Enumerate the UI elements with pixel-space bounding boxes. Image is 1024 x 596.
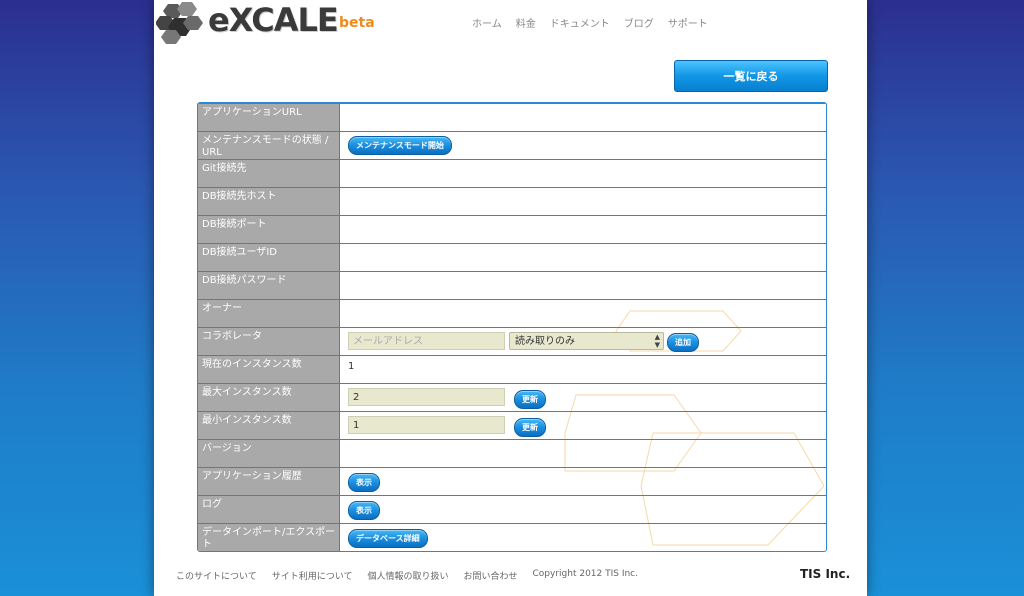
update-max-instances-button[interactable]: 更新	[514, 390, 546, 409]
copyright-text: Copyright 2012 TIS Inc.	[532, 569, 639, 579]
row-label: データインポート/エクスポート	[198, 524, 340, 551]
row-label: コラボレータ	[198, 328, 340, 355]
start-maintenance-button[interactable]: メンテナンスモード開始	[348, 136, 452, 155]
max-instances-input[interactable]: 2	[348, 388, 505, 406]
nav-pricing[interactable]: 料金	[516, 15, 536, 30]
nav-home[interactable]: ホーム	[472, 15, 502, 30]
row-label: 最小インスタンス数	[198, 412, 340, 439]
row-label: DB接続先ホスト	[198, 188, 340, 215]
row-label: バージョン	[198, 440, 340, 467]
row-label: DB接続ポート	[198, 216, 340, 243]
row-version: バージョン	[198, 439, 826, 467]
row-label: 現在のインスタンス数	[198, 356, 340, 383]
row-label: DB接続ユーザID	[198, 244, 340, 271]
row-import-export: データインポート/エクスポート データベース詳細	[198, 523, 826, 551]
row-log: ログ 表示	[198, 495, 826, 523]
footer-about-link[interactable]: このサイトについて	[176, 569, 257, 582]
row-db-user: DB接続ユーザID	[198, 243, 826, 271]
footer-terms-link[interactable]: サイト利用について	[272, 569, 353, 582]
footer-privacy-link[interactable]: 個人情報の取り扱い	[367, 569, 448, 582]
hexagon-logo-icon	[156, 2, 203, 44]
row-max-instances: 最大インスタンス数 2 更新	[198, 383, 826, 411]
excale-logo[interactable]: eXCALE beta	[156, 0, 386, 44]
update-min-instances-button[interactable]: 更新	[514, 418, 546, 437]
select-up-arrow-icon: ▲	[654, 333, 660, 341]
row-collaborator: コラボレータ メールアドレス 読み取りのみ ▲ ▼ 追加	[198, 327, 826, 355]
top-nav: ホーム 料金 ドキュメント ブログ サポート	[472, 15, 722, 30]
row-label: Git接続先	[198, 160, 340, 187]
tis-company-logo: TIS Inc.	[800, 567, 851, 581]
show-history-button[interactable]: 表示	[348, 473, 380, 492]
footer-links: このサイトについて サイト利用について 個人情報の取り扱い お問い合わせ Cop…	[176, 569, 653, 582]
row-label: オーナー	[198, 300, 340, 327]
row-label: アプリケーションURL	[198, 104, 340, 131]
footer-contact-link[interactable]: お問い合わせ	[463, 569, 517, 582]
min-instances-input[interactable]: 1	[348, 416, 505, 434]
row-label: メンテナンスモードの状態 / URL	[198, 132, 340, 159]
row-min-instances: 最小インスタンス数 1 更新	[198, 411, 826, 439]
row-label: ログ	[198, 496, 340, 523]
add-collaborator-button[interactable]: 追加	[667, 333, 699, 352]
nav-blog[interactable]: ブログ	[624, 15, 654, 30]
row-label: アプリケーション履歴	[198, 468, 340, 495]
row-current-instances: 現在のインスタンス数 1	[198, 355, 826, 383]
row-db-password: DB接続パスワード	[198, 271, 826, 299]
row-git: Git接続先	[198, 159, 826, 187]
row-db-port: DB接続ポート	[198, 215, 826, 243]
page-container: eXCALE beta ホーム 料金 ドキュメント ブログ サポート 一覧に戻る…	[154, 0, 867, 596]
logo-beta-tag: beta	[339, 15, 375, 31]
row-maintenance: メンテナンスモードの状態 / URL メンテナンスモード開始	[198, 131, 826, 159]
row-label: 最大インスタンス数	[198, 384, 340, 411]
collaborator-email-input[interactable]: メールアドレス	[348, 332, 505, 350]
show-log-button[interactable]: 表示	[348, 501, 380, 520]
row-app-url: アプリケーションURL	[198, 103, 826, 131]
back-to-list-button[interactable]: 一覧に戻る	[674, 60, 828, 92]
logo-wordmark: eXCALE	[208, 1, 339, 39]
app-details-table: アプリケーションURL メンテナンスモードの状態 / URL メンテナンスモード…	[197, 102, 827, 552]
nav-support[interactable]: サポート	[668, 15, 708, 30]
permission-select-value: 読み取りのみ	[515, 336, 575, 347]
row-owner: オーナー	[198, 299, 826, 327]
row-db-host: DB接続先ホスト	[198, 187, 826, 215]
select-down-arrow-icon: ▼	[654, 341, 660, 349]
current-instances-value: 1	[348, 361, 355, 372]
permission-select[interactable]: 読み取りのみ ▲ ▼	[509, 332, 664, 350]
row-app-history: アプリケーション履歴 表示	[198, 467, 826, 495]
database-details-button[interactable]: データベース詳細	[348, 529, 428, 548]
app-url-value	[340, 104, 826, 131]
row-label: DB接続パスワード	[198, 272, 340, 299]
nav-docs[interactable]: ドキュメント	[550, 15, 610, 30]
